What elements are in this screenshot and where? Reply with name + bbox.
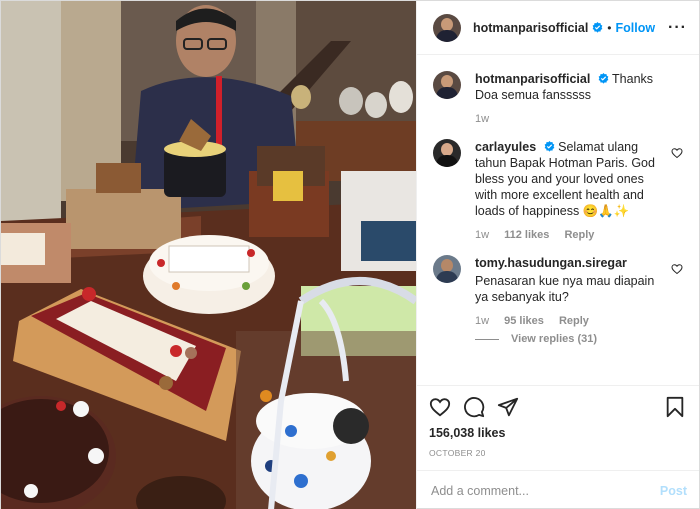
comment-like-icon[interactable]: [671, 147, 683, 159]
author-username[interactable]: hotmanparisofficial: [473, 21, 588, 35]
post-side-panel: hotmanparisofficial • Follow ··· hotmanp…: [416, 1, 699, 509]
more-options-icon[interactable]: ···: [668, 19, 687, 37]
comment-text: Penasaran kue nya mau diapain ya sebanya…: [475, 274, 655, 304]
paper-plane-icon[interactable]: [497, 396, 519, 418]
reply-button[interactable]: Reply: [559, 315, 589, 327]
caption-avatar[interactable]: [433, 71, 461, 99]
header-separator: •: [607, 20, 612, 35]
comment-like-icon[interactable]: [671, 263, 683, 275]
comment-likes[interactable]: 95 likes: [504, 315, 544, 327]
post-actions: 156,038 likes OCTOBER 20: [417, 385, 699, 470]
comment-time[interactable]: 1w: [475, 229, 489, 241]
post-photo[interactable]: [1, 1, 416, 509]
post-image-birthday-cakes: [1, 1, 416, 509]
commenter-username[interactable]: carlayules: [475, 140, 536, 154]
caption-time[interactable]: 1w: [475, 113, 489, 125]
instagram-post: hotmanparisofficial • Follow ··· hotmanp…: [0, 0, 700, 509]
likes-count[interactable]: 156,038 likes: [429, 426, 687, 440]
verified-badge-icon: [592, 22, 603, 33]
follow-button[interactable]: Follow: [616, 21, 656, 35]
comments-list[interactable]: hotmanparisofficial Thanks Doa semua fan…: [417, 55, 699, 385]
comment-input[interactable]: [431, 483, 660, 498]
caption-username[interactable]: hotmanparisofficial: [475, 72, 590, 86]
bookmark-icon[interactable]: [665, 396, 685, 418]
view-replies-button[interactable]: View replies (31): [475, 333, 683, 345]
view-replies-label[interactable]: View replies (31): [511, 333, 597, 345]
reply-button[interactable]: Reply: [564, 229, 594, 241]
post-date[interactable]: OCTOBER 20: [429, 448, 687, 470]
replies-divider: [475, 338, 499, 340]
comment-item: carlayules Selamat ulang tahun Bapak Hot…: [433, 139, 683, 241]
post-comment-button[interactable]: Post: [660, 484, 687, 498]
comment-bubble-icon[interactable]: [463, 396, 485, 418]
author-avatar[interactable]: [433, 13, 461, 42]
commenter-avatar[interactable]: [433, 139, 461, 167]
comment-item: tomy.hasudungan.siregar Penasaran kue ny…: [433, 255, 683, 327]
commenter-username[interactable]: tomy.hasudungan.siregar: [475, 256, 627, 270]
heart-outline-icon[interactable]: [429, 396, 451, 418]
add-comment-bar: Post: [417, 470, 699, 509]
comment-likes[interactable]: 112 likes: [504, 229, 549, 241]
commenter-avatar[interactable]: [433, 255, 461, 283]
post-caption: hotmanparisofficial Thanks Doa semua fan…: [433, 71, 683, 125]
post-header: hotmanparisofficial • Follow ···: [417, 1, 699, 55]
verified-badge-icon: [598, 73, 609, 84]
verified-badge-icon: [544, 141, 555, 152]
comment-time[interactable]: 1w: [475, 315, 489, 327]
